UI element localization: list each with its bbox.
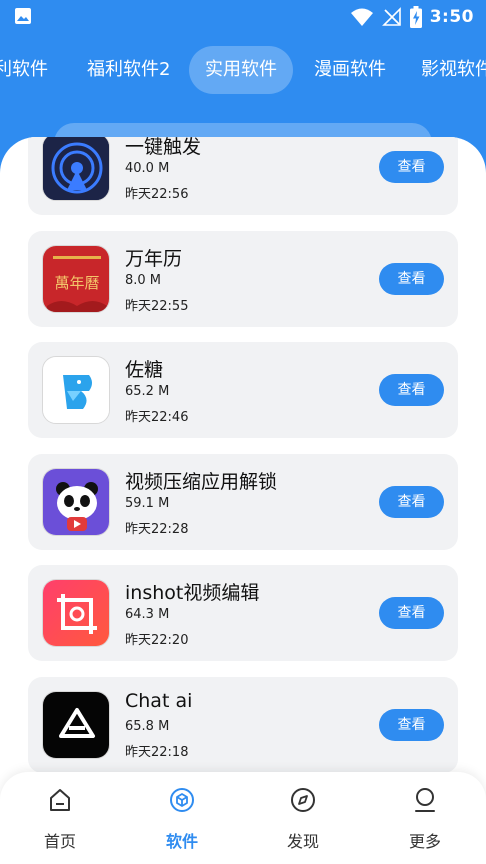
view-button[interactable]: 查看 — [379, 486, 444, 518]
app-name: 万年历 — [125, 248, 183, 270]
app-time: 昨天22:55 — [125, 299, 189, 314]
nav-label: 更多 — [408, 832, 441, 851]
nav-label: 发现 — [286, 832, 319, 851]
status-time: 3:50 — [429, 7, 474, 27]
category-tabs: 利软件 福利软件2 实用软件 漫画软件 影视软件 — [0, 46, 486, 94]
nav-discover[interactable]: 发现 — [263, 786, 343, 856]
app-card[interactable]: inshot视频编辑 64.3 M 昨天22:20 查看 — [28, 565, 458, 661]
app-list: 一键触发 40.0 M 昨天22:56 查看 萬年曆 万年历 8.0 M 昨天2… — [0, 137, 486, 864]
app-time: 昨天22:20 — [125, 633, 189, 648]
tab-utility-software[interactable]: 实用软件 — [189, 46, 293, 94]
tab-video-software[interactable]: 影视软件 — [421, 46, 486, 94]
nav-label: 首页 — [43, 832, 76, 851]
compass-icon — [291, 788, 315, 812]
view-button[interactable]: 查看 — [379, 151, 444, 183]
app-time: 昨天22:56 — [125, 187, 189, 202]
app-card[interactable]: 视频压缩应用解锁 59.1 M 昨天22:28 查看 — [28, 454, 458, 550]
status-icons: 3:50 — [350, 6, 474, 28]
app-name: 视频压缩应用解锁 — [125, 471, 278, 493]
app-size: 65.2 M — [125, 384, 170, 399]
tab-welfare-software[interactable]: 利软件 — [0, 46, 48, 94]
bird-icon — [42, 356, 110, 424]
user-icon — [415, 788, 435, 812]
view-button[interactable]: 查看 — [379, 374, 444, 406]
nav-label: 软件 — [165, 832, 198, 851]
cube-icon — [170, 788, 194, 812]
svg-text:萬年曆: 萬年曆 — [54, 274, 99, 292]
app-size: 8.0 M — [125, 273, 162, 288]
chat-ai-logo-icon — [42, 691, 110, 759]
app-name: Chat ai — [125, 690, 193, 712]
view-button[interactable]: 查看 — [379, 709, 444, 741]
app-card[interactable]: 萬年曆 万年历 8.0 M 昨天22:55 查看 — [28, 231, 458, 327]
panda-icon — [42, 468, 110, 536]
image-notification-icon — [15, 8, 31, 24]
app-name: inshot视频编辑 — [125, 582, 260, 604]
wifi-icon — [350, 8, 373, 26]
app-size: 65.8 M — [125, 719, 170, 734]
app-time: 昨天22:18 — [125, 745, 189, 760]
app-card[interactable]: 一键触发 40.0 M 昨天22:56 查看 — [28, 137, 458, 215]
broadcast-icon — [42, 137, 110, 201]
tab-welfare-software-2[interactable]: 福利软件2 — [87, 46, 170, 94]
app-size: 40.0 M — [125, 161, 170, 176]
no-signal-icon — [381, 7, 401, 26]
app-card[interactable]: 佐糖 65.2 M 昨天22:46 查看 — [28, 342, 458, 438]
status-bar: 3:50 — [0, 0, 486, 34]
nav-more[interactable]: 更多 — [385, 786, 465, 856]
crop-icon — [42, 579, 110, 647]
app-size: 59.1 M — [125, 496, 170, 511]
battery-charging-icon — [409, 6, 422, 28]
bottom-navigation: 首页 软件 发现 更多 — [0, 772, 486, 864]
view-button[interactable]: 查看 — [379, 597, 444, 629]
nav-home[interactable]: 首页 — [20, 786, 100, 856]
calendar-icon: 萬年曆 — [42, 245, 110, 313]
nav-software[interactable]: 软件 — [142, 786, 222, 856]
app-card[interactable]: Chat ai 65.8 M 昨天22:18 查看 — [28, 677, 458, 773]
app-time: 昨天22:46 — [125, 410, 189, 425]
app-name: 佐糖 — [125, 359, 164, 381]
app-name: 一键触发 — [125, 137, 202, 158]
view-button[interactable]: 查看 — [379, 263, 444, 295]
app-time: 昨天22:28 — [125, 522, 189, 537]
home-icon — [50, 789, 70, 811]
app-size: 64.3 M — [125, 607, 170, 622]
tab-comic-software[interactable]: 漫画软件 — [314, 46, 386, 94]
